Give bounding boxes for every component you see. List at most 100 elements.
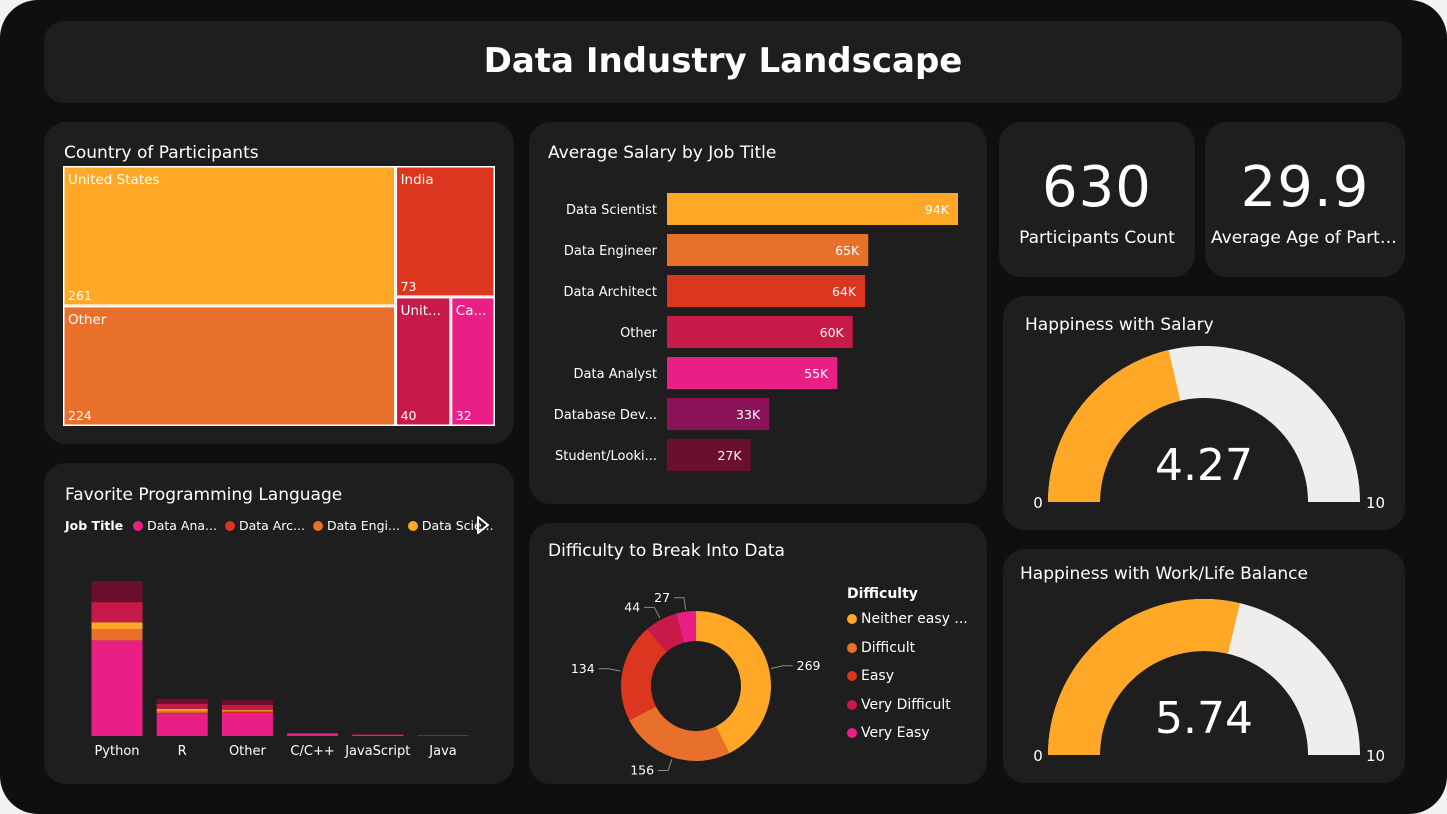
legend-title: Difficulty xyxy=(847,586,918,602)
language-bar-segment[interactable] xyxy=(156,713,208,736)
legend-dot-icon xyxy=(847,642,857,653)
legend-item-data-architect[interactable]: Data Arc... xyxy=(224,518,305,533)
salary-bar[interactable]: Student/Looki... 27K xyxy=(555,439,751,471)
language-bar-segment[interactable] xyxy=(91,581,143,603)
header-banner: Data Industry Landscape xyxy=(44,21,1402,103)
language-bar-segment[interactable] xyxy=(287,732,339,734)
treemap-tile-value: 261 xyxy=(68,288,92,303)
salary-category-label: Data Scientist xyxy=(566,203,657,218)
treemap-tile-label: Ca... xyxy=(456,303,487,319)
legend-item-very-easy[interactable]: Very Easy xyxy=(847,719,968,748)
legend-item-data-analyst[interactable]: Data Ana... xyxy=(133,518,217,533)
average-age-value: 29.9 xyxy=(1240,155,1370,220)
salary-category-label: Data Engineer xyxy=(564,244,658,259)
language-category-label: Java xyxy=(428,744,456,759)
language-bar-segment[interactable] xyxy=(417,735,469,736)
language-bar-segment[interactable] xyxy=(156,712,208,714)
donut-slice[interactable] xyxy=(629,706,730,761)
treemap-tile[interactable]: United States 261 xyxy=(63,166,396,306)
gauge-value-label: 5.74 xyxy=(1155,693,1253,744)
legend-dot-icon xyxy=(407,521,418,531)
salary-data-label: 60K xyxy=(820,325,845,340)
average-age-label: Average Age of Particip... xyxy=(1211,228,1399,248)
salary-data-label: 33K xyxy=(736,407,761,422)
language-bar-segment[interactable] xyxy=(91,629,143,641)
donut-data-label: 269 xyxy=(797,658,821,673)
language-bar-segment[interactable] xyxy=(156,698,208,704)
donut-data-label: 27 xyxy=(654,590,670,605)
treemap-tile-value: 73 xyxy=(401,279,417,294)
language-bar-segment[interactable] xyxy=(221,699,273,705)
salary-bar[interactable]: Data Engineer 65K xyxy=(564,234,869,266)
treemap-tile-label: United States xyxy=(68,172,159,188)
difficulty-donut-chart: 269 156 134 44 27 xyxy=(571,590,821,778)
salary-data-label: 55K xyxy=(804,366,829,381)
treemap-tile[interactable]: Unit... 40 xyxy=(395,296,451,426)
language-bar-segment[interactable] xyxy=(91,640,143,736)
legend-item-data-engineer[interactable]: Data Engi... xyxy=(312,518,400,533)
gauge-min-label: 0 xyxy=(1033,747,1043,765)
legend-dot-icon xyxy=(133,521,144,531)
donut-leader-line xyxy=(644,606,661,619)
country-treemap: United States 261 Other 224 India 73 Unit... 40… xyxy=(63,166,495,426)
participants-count-label: Participants Count xyxy=(1019,228,1175,248)
language-bar-segment[interactable] xyxy=(221,704,273,710)
donut-data-label: 156 xyxy=(630,763,654,778)
language-bar-segment[interactable] xyxy=(221,710,273,712)
language-bar-segment[interactable] xyxy=(221,711,273,713)
language-bar-segment[interactable] xyxy=(287,733,339,736)
treemap-tile-value: 32 xyxy=(456,408,472,423)
treemap-tile-label: Other xyxy=(68,312,107,328)
languages-chart-title: Favorite Programming Language xyxy=(65,485,343,505)
salary-category-label: Data Architect xyxy=(564,285,657,300)
legend-item-neither[interactable]: Neither easy ... xyxy=(847,605,968,634)
language-bar-segment[interactable] xyxy=(156,710,208,713)
language-category-label: C/C++ xyxy=(290,744,334,759)
language-bar-segment[interactable] xyxy=(91,622,143,630)
legend-next-arrow-icon[interactable] xyxy=(476,516,490,534)
worklife-happiness-gauge: 5.74 0 10 xyxy=(1033,599,1385,765)
legend-dot-icon xyxy=(847,671,857,681)
salary-data-label: 64K xyxy=(832,284,857,299)
salary-chart-card: Average Salary by Job Title Data Scienti… xyxy=(529,122,987,504)
salary-bar[interactable]: Database Dev... 33K xyxy=(554,398,770,430)
legend-dot-icon xyxy=(847,728,857,738)
donut-leader-line xyxy=(598,668,621,672)
donut-data-label: 134 xyxy=(571,661,595,676)
difficulty-legend: Difficulty Neither easy ... Difficult Ea… xyxy=(847,585,968,748)
language-bar-segment[interactable] xyxy=(221,712,273,736)
legend-item-easy[interactable]: Easy xyxy=(847,662,968,691)
language-category-label: Python xyxy=(94,744,139,759)
treemap-tile[interactable]: India 73 xyxy=(395,166,495,297)
salary-bar[interactable]: Data Architect 64K xyxy=(564,275,866,307)
participants-count-value: 630 xyxy=(1042,155,1152,220)
salary-data-label: 94K xyxy=(925,202,950,217)
donut-leader-line xyxy=(674,597,687,610)
difficulty-chart-card: Difficulty to Break Into Data 269 156 134 4… xyxy=(529,523,987,784)
legend-item-very-difficult[interactable]: Very Difficult xyxy=(847,691,968,720)
language-bar-segment[interactable] xyxy=(221,709,273,711)
language-bar-segment[interactable] xyxy=(352,734,404,735)
salary-chart-title: Average Salary by Job Title xyxy=(548,143,777,163)
languages-chart-card: Favorite Programming Language Job Title … xyxy=(44,463,514,784)
language-category-label: R xyxy=(178,744,187,759)
legend-dot-icon xyxy=(847,614,857,624)
language-category-label: JavaScript xyxy=(344,744,410,759)
salary-data-label: 27K xyxy=(717,448,742,463)
legend-item-difficult[interactable]: Difficult xyxy=(847,634,968,663)
language-bar-segment[interactable] xyxy=(156,703,208,709)
salary-bar[interactable]: Data Scientist 94K xyxy=(566,193,958,225)
salary-bar[interactable]: Other 60K xyxy=(620,316,853,348)
language-bar-segment[interactable] xyxy=(156,708,208,711)
donut-leader-line xyxy=(770,665,793,669)
treemap-tile-value: 224 xyxy=(68,408,92,423)
gauge-max-label: 10 xyxy=(1366,494,1385,512)
language-bar-segment[interactable] xyxy=(91,602,143,623)
treemap-tile[interactable]: Ca... 32 xyxy=(450,296,495,426)
treemap-tile-label: India xyxy=(401,172,434,188)
treemap-tile[interactable]: Other 224 xyxy=(63,305,396,426)
donut-leader-line xyxy=(658,758,673,772)
legend-dot-icon xyxy=(224,521,235,531)
salary-bar[interactable]: Data Analyst 55K xyxy=(574,357,838,389)
language-bar-segment[interactable] xyxy=(352,734,404,736)
